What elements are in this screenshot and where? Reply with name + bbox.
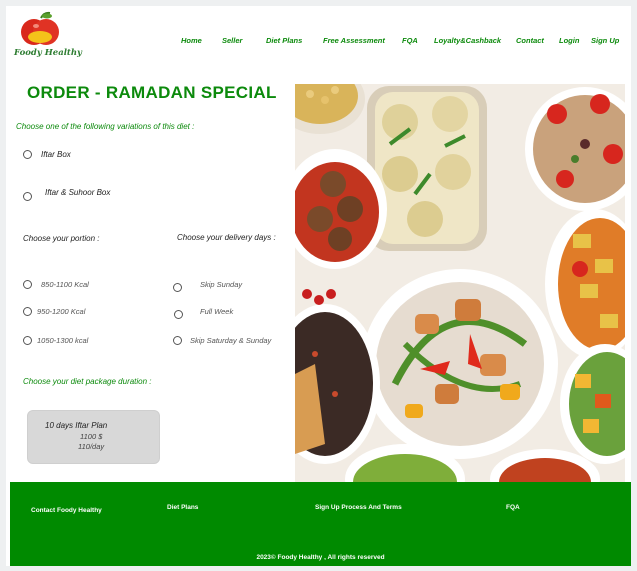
delivery-option-2[interactable]: Full Week [200,307,233,316]
page-title: ORDER - RAMADAN SPECIAL [27,83,277,102]
portion-option-2[interactable]: 950-1200 Kcal [37,307,85,316]
portion-option-3[interactable]: 1050-1300 kcal [37,336,88,345]
duration-label: Choose your diet package duration : [23,377,152,386]
nav-diet-plans[interactable]: Diet Plans [266,36,302,45]
variation-label-iftar-box[interactable]: Iftar Box [41,150,71,159]
nav-seller[interactable]: Seller [222,36,242,45]
logo[interactable]: Foody Healthy [10,10,82,60]
delivery-radio-3[interactable] [173,336,182,345]
delivery-option-1[interactable]: Skip Sunday [200,280,242,289]
portion-radio-3[interactable] [23,336,32,345]
nav-contact[interactable]: Contact [516,36,544,45]
variation-prompt: Choose one of the following variations o… [16,122,195,131]
nav-free-assessment[interactable]: Free Assessment [323,36,385,45]
brand-name: Foody Healthy [14,48,82,58]
delivery-label: Choose your delivery days : [177,233,276,242]
copyright: 2023© Foody Healthy , All rights reserve… [256,554,385,561]
plan-price: 1100 $ [80,432,103,441]
footer-link-diet-plans[interactable]: Diet Plans [167,504,198,511]
plan-name: 10 days Iftar Plan [45,421,108,430]
plan-card[interactable]: 10 days Iftar Plan 1100 $ 110/day [27,410,160,464]
delivery-radio-2[interactable] [174,310,183,319]
header: Foody Healthy Home Seller Diet Plans Fre… [6,6,631,76]
footer-link-fqa[interactable]: FQA [506,504,520,511]
delivery-radio-1[interactable] [173,283,182,292]
variation-radio-iftar-suhoor[interactable] [23,192,32,201]
footer: Contact Foody Healthy Diet Plans Sign Up… [10,482,631,566]
delivery-option-3[interactable]: Skip Saturday & Sunday [190,336,271,345]
nav-loyalty[interactable]: Loyalty&Cashback [434,36,501,45]
footer-link-signup-terms[interactable]: Sign Up Process And Terms [315,504,402,511]
portion-radio-1[interactable] [23,280,32,289]
nav-signup[interactable]: Sign Up [591,36,619,45]
nav-home[interactable]: Home [181,36,202,45]
variation-radio-iftar-box[interactable] [23,150,32,159]
portion-label: Choose your portion : [23,234,100,243]
page: Foody Healthy Home Seller Diet Plans Fre… [6,6,631,566]
nav-login[interactable]: Login [559,36,579,45]
portion-option-1[interactable]: 850-1100 Kcal [41,280,89,289]
food-image [295,84,625,482]
portion-radio-2[interactable] [23,307,32,316]
food-bowls-photo-icon [295,84,625,482]
plan-per-day: 110/day [78,442,105,451]
variation-label-iftar-suhoor[interactable]: Iftar & Suhoor Box [45,188,110,197]
footer-link-contact[interactable]: Contact Foody Healthy [31,507,102,514]
nav-fqa[interactable]: FQA [402,36,418,45]
